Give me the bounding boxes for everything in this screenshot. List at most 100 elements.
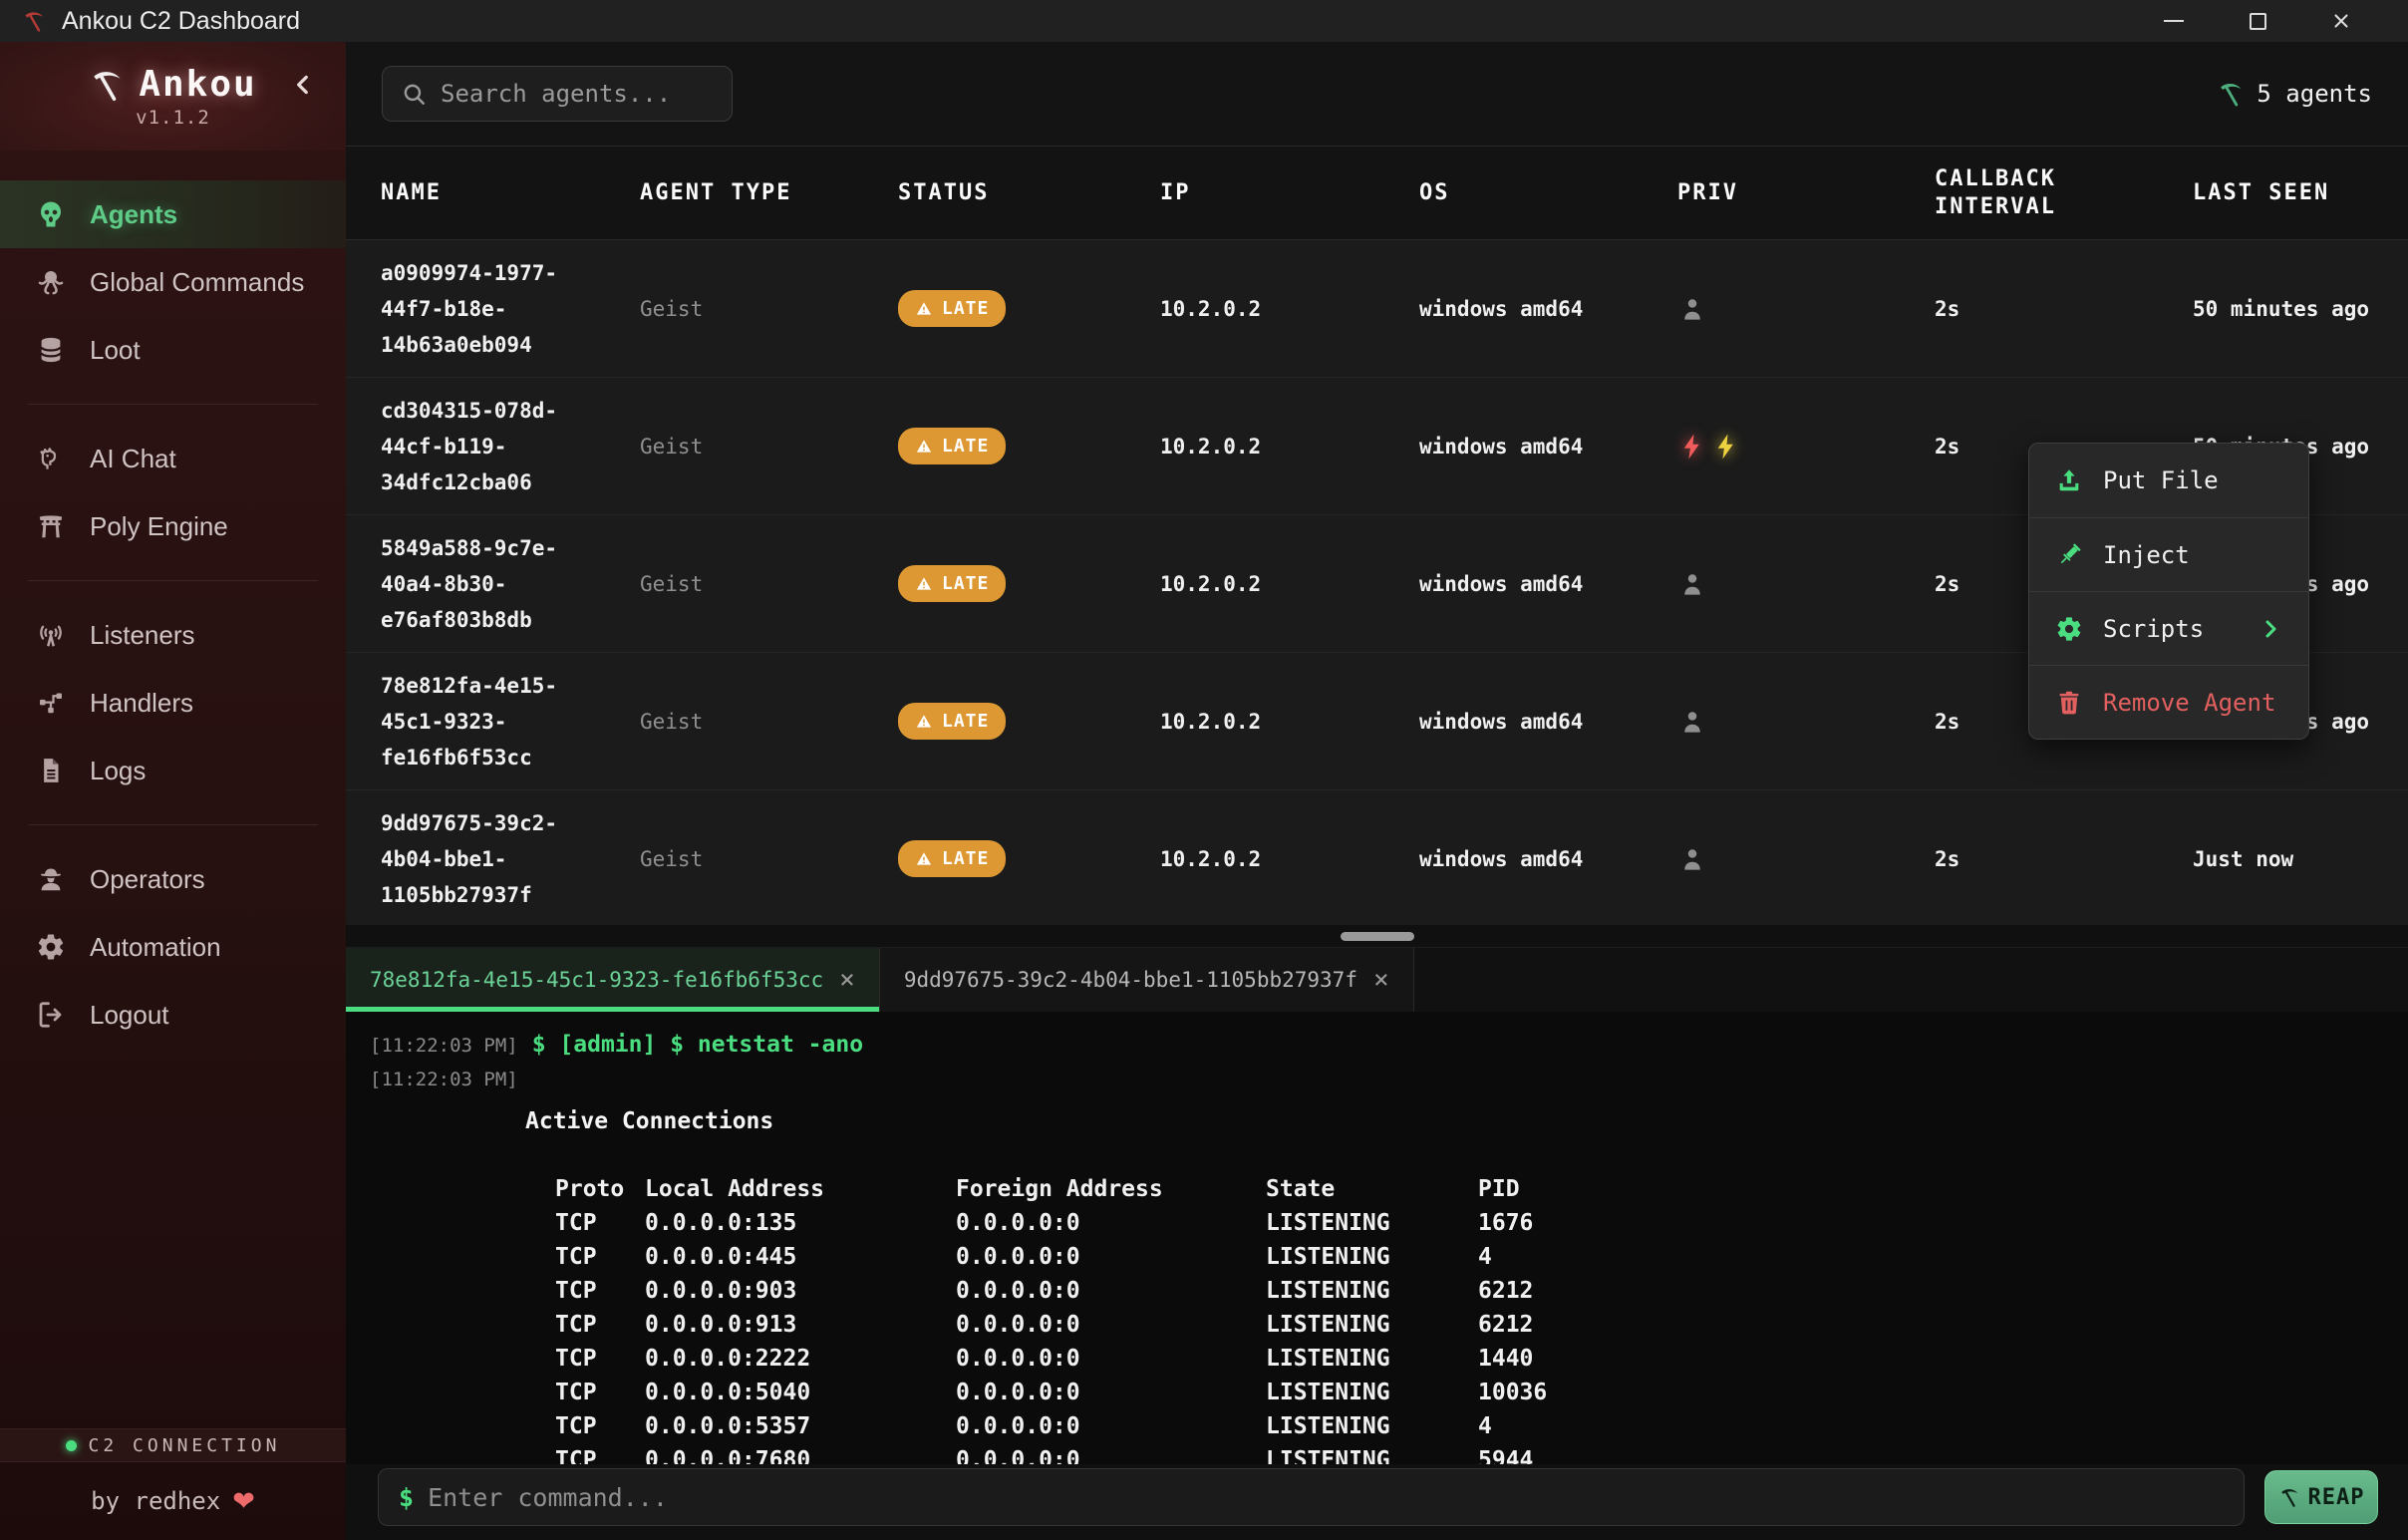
sidebar: Ankou v1.1.2 Agents Global Commands Loot — [0, 42, 346, 1540]
agent-row[interactable]: a0909974-1977-44f7-b18e-14b63a0eb094 Gei… — [346, 240, 2408, 378]
status-badge: LATE — [898, 290, 1006, 327]
antenna-icon — [36, 620, 66, 650]
sidebar-item-agents[interactable]: Agents — [0, 180, 346, 248]
terminal-tab-active[interactable]: 78e812fa-4e15-45c1-9323-fe16fb6f53cc × — [346, 948, 880, 1012]
netstat-row: TCP0.0.0.0:4450.0.0.0:0LISTENING4 — [555, 1240, 2408, 1274]
heart-icon: ❤ — [232, 1486, 255, 1517]
menu-item-label: Inject — [2103, 541, 2190, 569]
logout-icon — [36, 1000, 66, 1030]
reap-button-label: REAP — [2308, 1485, 2365, 1510]
log-timestamp: [11:22:03 PM] — [370, 1063, 518, 1096]
menu-item-label: Put File — [2103, 466, 2219, 494]
minimize-button[interactable] — [2143, 0, 2205, 42]
close-icon — [2330, 10, 2352, 32]
sidebar-item-logout[interactable]: Logout — [0, 981, 346, 1049]
sidebar-collapse-button[interactable] — [286, 68, 320, 102]
sidebar-item-label: Global Commands — [90, 267, 304, 298]
column-header-last-seen: LAST SEEN — [2193, 180, 2408, 205]
sidebar-item-global-commands[interactable]: Global Commands — [0, 248, 346, 316]
status-badge: LATE — [898, 565, 1006, 602]
column-header-agent-type: AGENT TYPE — [640, 180, 898, 205]
sidebar-item-loot[interactable]: Loot — [0, 316, 346, 384]
maximize-icon — [2250, 13, 2266, 30]
menu-item-put-file[interactable]: Put File — [2029, 444, 2308, 517]
agent-os: windows amd64 — [1419, 710, 1677, 734]
user-icon — [1677, 707, 1707, 737]
red-bolt-icon — [1677, 432, 1707, 462]
netstat-row: TCP0.0.0.0:22220.0.0.0:0LISTENING1440 — [555, 1342, 2408, 1376]
agents-count-badge: 5 agents — [2217, 80, 2372, 108]
agent-type: Geist — [640, 297, 898, 321]
terminal-tab[interactable]: 9dd97675-39c2-4b04-bbe1-1105bb27937f × — [880, 948, 1414, 1012]
command-input[interactable] — [428, 1483, 2224, 1512]
close-button[interactable] — [2310, 0, 2372, 42]
sidebar-item-automation[interactable]: Automation — [0, 913, 346, 981]
agents-table-header: NAME AGENT TYPE STATUS IP OS PRIV CALLBA… — [346, 147, 2408, 240]
titlebar: Ankou C2 Dashboard — [0, 0, 2408, 42]
menu-item-remove-agent[interactable]: Remove Agent — [2029, 665, 2308, 739]
menu-item-label: Scripts — [2103, 615, 2204, 643]
agent-name: 9dd97675-39c2-4b04-bbe1-1105bb27937f — [381, 805, 580, 913]
status-badge: LATE — [898, 703, 1006, 740]
octopus-icon — [36, 267, 66, 297]
agent-name: 78e812fa-4e15-45c1-9323-fe16fb6f53cc — [381, 668, 580, 775]
status-badge: LATE — [898, 840, 1006, 877]
search-input[interactable] — [441, 80, 714, 108]
netstat-title: Active Connections — [525, 1104, 2408, 1138]
terminal-tab-label: 78e812fa-4e15-45c1-9323-fe16fb6f53cc — [370, 968, 823, 992]
brand-header: Ankou v1.1.2 — [0, 42, 346, 151]
tab-close-icon[interactable]: × — [1373, 967, 1389, 993]
column-header-callback-interval: CALLBACK INTERVAL — [1935, 165, 2094, 221]
agent-type: Geist — [640, 572, 898, 596]
spy-icon — [36, 864, 66, 894]
warning-icon — [915, 713, 933, 731]
reap-button[interactable]: REAP — [2264, 1470, 2378, 1524]
credit-line: by redhex ❤ — [0, 1462, 346, 1540]
sidebar-item-listeners[interactable]: Listeners — [0, 601, 346, 669]
maximize-button[interactable] — [2227, 0, 2288, 42]
sidebar-item-ai-chat[interactable]: AI Chat — [0, 425, 346, 492]
prompt-dollar: $ — [399, 1483, 414, 1512]
chevron-left-icon — [290, 72, 316, 98]
document-icon — [36, 756, 66, 785]
sidebar-item-label: Automation — [90, 932, 221, 963]
netstat-header-row: Proto Local Address Foreign Address Stat… — [555, 1172, 2408, 1206]
scythe-icon — [2278, 1486, 2300, 1508]
search-icon — [401, 81, 427, 107]
main-panel: 5 agents NAME AGENT TYPE STATUS IP OS PR… — [346, 42, 2408, 1540]
chevron-right-icon — [2258, 617, 2282, 641]
sidebar-item-handlers[interactable]: Handlers — [0, 669, 346, 737]
sidebar-item-label: Listeners — [90, 620, 195, 651]
agent-name: a0909974-1977-44f7-b18e-14b63a0eb094 — [381, 255, 580, 363]
executed-command: $ [admin] $ netstat -ano — [532, 1028, 863, 1062]
app-logo-icon — [22, 9, 46, 33]
scythe-icon — [2217, 80, 2245, 108]
agent-priv — [1677, 844, 1935, 874]
torii-gate-icon — [36, 511, 66, 541]
netstat-row: TCP0.0.0.0:1350.0.0.0:0LISTENING1676 — [555, 1206, 2408, 1240]
circuit-icon — [36, 688, 66, 718]
netstat-row: TCP0.0.0.0:53570.0.0.0:0LISTENING4 — [555, 1409, 2408, 1443]
trash-icon — [2055, 689, 2083, 717]
sidebar-item-label: Logout — [90, 1000, 169, 1031]
agent-ip: 10.2.0.2 — [1160, 572, 1419, 596]
column-header-name: NAME — [381, 180, 640, 205]
terminal-resize-handle[interactable] — [1341, 932, 1414, 941]
sidebar-item-operators[interactable]: Operators — [0, 845, 346, 913]
connection-status-dot — [66, 1440, 77, 1451]
sidebar-item-logs[interactable]: Logs — [0, 737, 346, 804]
agent-row[interactable]: 9dd97675-39c2-4b04-bbe1-1105bb27937f Gei… — [346, 790, 2408, 925]
tab-close-icon[interactable]: × — [839, 967, 855, 993]
menu-item-scripts[interactable]: Scripts — [2029, 591, 2308, 665]
sidebar-item-poly-engine[interactable]: Poly Engine — [0, 492, 346, 560]
netstat-row: TCP0.0.0.0:76800.0.0.0:0LISTENING5944 — [555, 1443, 2408, 1464]
user-icon — [1677, 294, 1707, 324]
agent-ip: 10.2.0.2 — [1160, 435, 1419, 459]
agent-last-seen: Just now — [2193, 847, 2408, 871]
agent-ip: 10.2.0.2 — [1160, 710, 1419, 734]
sidebar-item-label: Operators — [90, 864, 205, 895]
sidebar-item-label: Agents — [90, 199, 177, 230]
menu-item-inject[interactable]: Inject — [2029, 517, 2308, 591]
database-icon — [36, 335, 66, 365]
search-box — [382, 66, 733, 122]
